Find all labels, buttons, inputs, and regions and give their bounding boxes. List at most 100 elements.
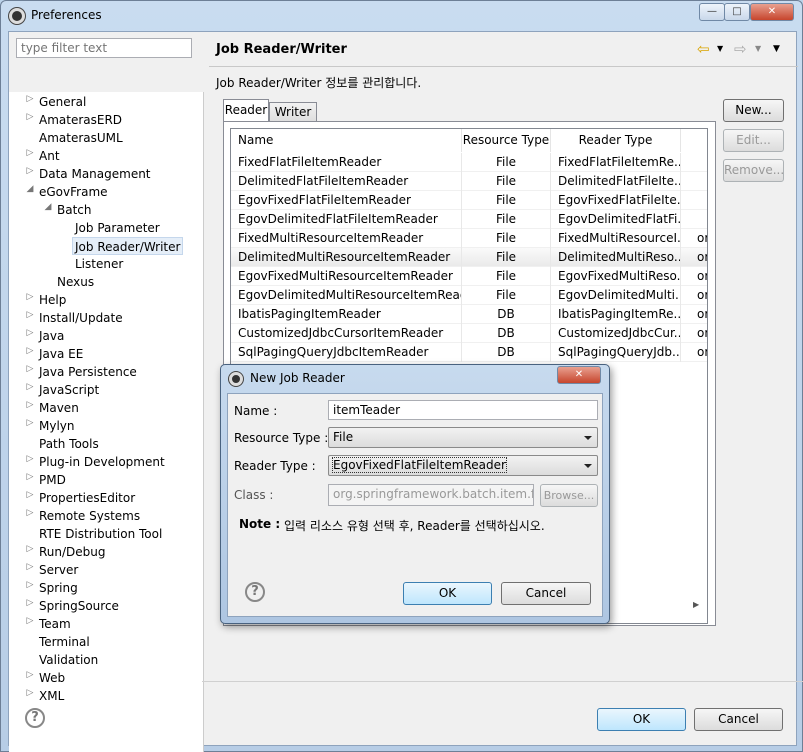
filter-input[interactable]	[16, 38, 192, 58]
tree-item[interactable]: Help	[39, 291, 66, 309]
tree-item[interactable]: Server	[39, 561, 78, 579]
collapse-arrow-icon[interactable]: ◢	[25, 184, 35, 194]
maximize-button[interactable]: □	[724, 3, 750, 21]
expand-arrow-icon[interactable]: ▷	[25, 472, 35, 482]
tree-item[interactable]: Mylyn	[39, 417, 75, 435]
tree-item[interactable]: AmaterasUML	[39, 129, 123, 147]
forward-arrow-icon[interactable]: ⇨	[734, 40, 747, 58]
reader-type-select[interactable]: EgovFixedFlatFileItemReader	[328, 455, 598, 476]
minimize-button[interactable]: —	[699, 3, 725, 21]
table-row[interactable]: EgovDelimitedMultiResourceItemReader File…	[231, 286, 707, 305]
tree-item[interactable]: Team	[39, 615, 71, 633]
name-input[interactable]	[328, 400, 598, 420]
table-row[interactable]: IbatisPagingItemReader DB IbatisPagingItem…	[231, 305, 707, 324]
column-header-resource-type[interactable]: Resource Type	[462, 129, 551, 152]
expand-arrow-icon[interactable]: ▷	[25, 490, 35, 500]
expand-arrow-icon[interactable]: ▷	[25, 418, 35, 428]
tree-item[interactable]: Spring	[39, 579, 78, 597]
expand-arrow-icon[interactable]: ▷	[25, 580, 35, 590]
resource-type-select[interactable]: File	[328, 427, 598, 448]
column-header-reader-type[interactable]: Reader Type	[551, 129, 681, 152]
close-button[interactable]: ✕	[750, 3, 794, 21]
resource-type-label: Resource Type :	[234, 431, 329, 445]
tree-item[interactable]: Job Parameter	[75, 219, 160, 237]
table-row[interactable]: EgovFixedFlatFileItemReader File EgovFixed…	[231, 191, 707, 210]
table-row[interactable]: EgovFixedMultiResourceItemReader File Egov…	[231, 267, 707, 286]
forward-dropdown-icon[interactable]: ▼	[755, 44, 761, 53]
table-row[interactable]: CustomizedJdbcCursorItemReader DB Customiz…	[231, 324, 707, 343]
back-dropdown-icon[interactable]: ▼	[717, 44, 723, 53]
tree-item[interactable]: PropertiesEditor	[39, 489, 135, 507]
table-row[interactable]: EgovDelimitedFlatFileItemReader File EgovD…	[231, 210, 707, 229]
tab-writer[interactable]: Writer	[269, 102, 317, 122]
tree-item[interactable]: Ant	[39, 147, 60, 165]
tree-item[interactable]: Job Reader/Writer	[72, 237, 184, 255]
expand-arrow-icon[interactable]: ▷	[25, 148, 35, 158]
dialog-cancel-button[interactable]: Cancel	[501, 582, 591, 605]
dialog-help-icon[interactable]: ?	[245, 582, 265, 602]
remove-button[interactable]: Remove...	[723, 159, 784, 182]
tree-item[interactable]: XML	[39, 687, 64, 705]
tree-item[interactable]: Batch	[57, 201, 92, 219]
column-header-class[interactable]	[681, 129, 707, 152]
tree-item[interactable]: Install/Update	[39, 309, 123, 327]
expand-arrow-icon[interactable]: ▷	[25, 688, 35, 698]
table-row[interactable]: FixedFlatFileItemReader File FixedFlatFile…	[231, 153, 707, 172]
dialog-ok-button[interactable]: OK	[403, 582, 492, 605]
tree-item[interactable]: Terminal	[39, 633, 90, 651]
tree-item[interactable]: SpringSource	[39, 597, 119, 615]
tree-item[interactable]: Remote Systems	[39, 507, 140, 525]
new-button[interactable]: New...	[723, 99, 784, 122]
tree-item[interactable]: Maven	[39, 399, 79, 417]
column-header-name[interactable]: Name	[231, 129, 462, 152]
table-row[interactable]: DelimitedMultiResourceItemReader File Deli…	[231, 248, 707, 267]
tree-item[interactable]: Web	[39, 669, 65, 687]
expand-arrow-icon[interactable]: ▷	[25, 112, 35, 122]
expand-arrow-icon[interactable]: ▷	[25, 166, 35, 176]
tree-item[interactable]: eGovFrame	[39, 183, 108, 201]
expand-arrow-icon[interactable]: ▷	[25, 400, 35, 410]
collapse-arrow-icon[interactable]: ◢	[43, 202, 53, 212]
expand-arrow-icon[interactable]: ▷	[25, 328, 35, 338]
tree-item[interactable]: JavaScript	[39, 381, 99, 399]
table-row[interactable]: DelimitedFlatFileItemReader File Delimited…	[231, 172, 707, 191]
tree-item[interactable]: Run/Debug	[39, 543, 106, 561]
tree-item[interactable]: General	[39, 93, 86, 111]
tree-item[interactable]: Java Persistence	[39, 363, 137, 381]
help-icon[interactable]: ?	[25, 708, 45, 728]
table-row[interactable]: FixedMultiResourceItemReader File FixedMul…	[231, 229, 707, 248]
tree-item[interactable]: RTE Distribution Tool	[39, 525, 162, 543]
expand-arrow-icon[interactable]: ▷	[25, 454, 35, 464]
tree-item[interactable]: Java EE	[39, 345, 83, 363]
table-row[interactable]: SqlPagingQueryJdbcItemReader DB SqlPagingQ…	[231, 343, 707, 362]
tree-item[interactable]: Data Management	[39, 165, 151, 183]
tree-item[interactable]: Validation	[39, 651, 98, 669]
tab-reader[interactable]: Reader	[223, 99, 269, 122]
tree-item[interactable]: Listener	[75, 255, 123, 273]
tree-item[interactable]: Nexus	[57, 273, 94, 291]
expand-arrow-icon[interactable]: ▷	[25, 310, 35, 320]
expand-arrow-icon[interactable]: ▷	[25, 94, 35, 104]
expand-arrow-icon[interactable]: ▷	[25, 598, 35, 608]
expand-arrow-icon[interactable]: ▷	[25, 544, 35, 554]
tree-item[interactable]: Java	[39, 327, 64, 345]
expand-arrow-icon[interactable]: ▷	[25, 346, 35, 356]
back-arrow-icon[interactable]: ⇦	[697, 40, 710, 58]
dialog-close-button[interactable]: ✕	[557, 366, 601, 384]
cancel-button[interactable]: Cancel	[694, 708, 783, 731]
view-menu-icon[interactable]: ▼	[773, 44, 780, 54]
scroll-right-icon[interactable]: ▶	[693, 600, 699, 609]
ok-button[interactable]: OK	[597, 708, 686, 731]
expand-arrow-icon[interactable]: ▷	[25, 292, 35, 302]
tree-item[interactable]: AmaterasERD	[39, 111, 122, 129]
expand-arrow-icon[interactable]: ▷	[25, 382, 35, 392]
tree-item[interactable]: Plug-in Development	[39, 453, 165, 471]
tree-item[interactable]: Path Tools	[39, 435, 99, 453]
expand-arrow-icon[interactable]: ▷	[25, 508, 35, 518]
expand-arrow-icon[interactable]: ▷	[25, 616, 35, 626]
expand-arrow-icon[interactable]: ▷	[25, 562, 35, 572]
tree-item[interactable]: PMD	[39, 471, 66, 489]
expand-arrow-icon[interactable]: ▷	[25, 670, 35, 680]
edit-button[interactable]: Edit...	[723, 129, 784, 152]
expand-arrow-icon[interactable]: ▷	[25, 364, 35, 374]
